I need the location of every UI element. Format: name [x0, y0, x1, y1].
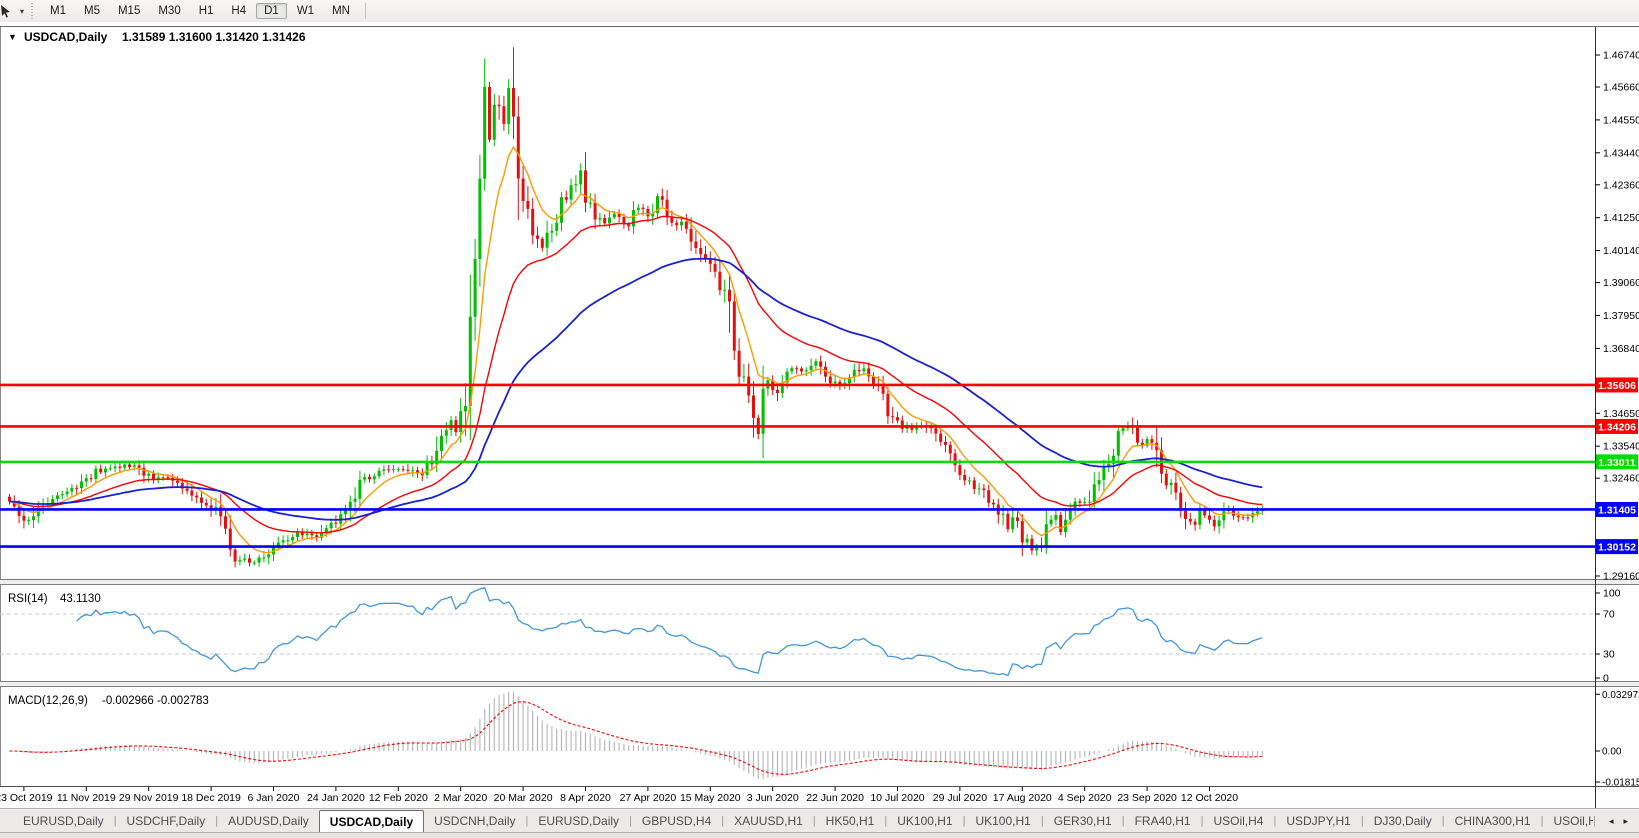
toolbar-separator: [365, 3, 366, 19]
time-tick-label: 11 Nov 2019: [57, 792, 116, 804]
mt4-window: ▾ M1M5M15M30H1H4D1W1MN 1.467401.456601.4…: [0, 0, 1639, 838]
macd-axis-label: -0.018154: [1602, 778, 1639, 789]
time-tick-label: 15 May 2020: [680, 792, 741, 804]
bottom-tab-china300-h1[interactable]: CHINA300,H1: [1445, 809, 1541, 833]
bottom-tab-dj30-daily[interactable]: DJ30,Daily: [1364, 809, 1442, 833]
price-tick-label: 1.37950: [1603, 310, 1639, 322]
chart-tab-bar: EURUSD,Daily|USDCHF,Daily|AUDUSD,DailyUS…: [0, 808, 1639, 833]
time-tick-label: 4 Sep 2020: [1058, 792, 1112, 804]
bottom-tab-gbpusd-h4[interactable]: GBPUSD,H4: [632, 809, 721, 833]
chart-title: USDCAD,Daily: [24, 30, 108, 44]
time-tick-label: 27 Apr 2020: [620, 792, 677, 804]
rsi-label: RSI(14): [8, 593, 48, 605]
cursor-tool-dropdown-icon[interactable]: ▾: [16, 7, 28, 16]
timeframe-button-d1[interactable]: D1: [256, 3, 287, 19]
bottom-tab-fra40-h1[interactable]: FRA40,H1: [1125, 809, 1201, 833]
chart-background: [0, 22, 1639, 808]
timeframe-button-w1[interactable]: W1: [289, 3, 322, 19]
timeframe-button-h1[interactable]: H1: [191, 3, 222, 19]
bottom-tab-usdcnh-daily[interactable]: USDCNH,Daily: [424, 809, 525, 833]
time-tick-label: 17 Aug 2020: [993, 792, 1052, 804]
price-tick-label: 1.41250: [1603, 212, 1639, 224]
macd-current-values: -0.002966 -0.002783: [102, 695, 209, 707]
toolbar-drag-handle[interactable]: [30, 3, 35, 19]
bottom-tab-usoil-h4[interactable]: USOil,H4: [1203, 809, 1273, 833]
timeframe-button-h4[interactable]: H4: [223, 3, 254, 19]
price-badge-label: 1.30152: [1598, 542, 1636, 554]
timeframe-button-m30[interactable]: M30: [150, 3, 188, 19]
time-tick-label: 18 Dec 2019: [181, 792, 241, 804]
macd-label: MACD(12,26,9): [8, 695, 88, 707]
price-badge-label: 1.33011: [1598, 457, 1636, 469]
rsi-current-value: 43.1130: [60, 593, 101, 605]
rsi-axis-label: 30: [1603, 649, 1615, 661]
tab-separator: |: [1593, 815, 1596, 827]
price-tick-label: 1.43440: [1603, 147, 1639, 159]
macd-axis-label: 0.00: [1602, 747, 1622, 758]
price-tick-label: 1.45660: [1603, 82, 1639, 94]
bottom-tab-ger30-h1[interactable]: GER30,H1: [1044, 809, 1122, 833]
tab-scroll-controls: | ◂ ▸: [1593, 809, 1639, 833]
time-tick-label: 8 Apr 2020: [560, 792, 611, 804]
bottom-tab-usdchf-daily[interactable]: USDCHF,Daily: [117, 809, 216, 833]
chart-canvas[interactable]: 1.46740 1.45660 1.44550 1.43440 1.42360 1.412…: [0, 22, 1639, 808]
macd-axis-label: 0.032972: [1602, 690, 1639, 701]
timeframe-toolbar: ▾ M1M5M15M30H1H4D1W1MN: [0, 0, 1639, 23]
time-tick-label: 23 Sep 2020: [1117, 792, 1177, 804]
cursor-tool-icon[interactable]: [0, 2, 16, 20]
timeframe-button-group: M1M5M15M30H1H4D1W1MN: [41, 0, 359, 22]
bottom-tab-usoil-h1[interactable]: USOil,H1: [1543, 809, 1593, 833]
price-badge-label: 1.34206: [1598, 421, 1636, 433]
price-tick-label: 1.34650: [1603, 408, 1639, 420]
rsi-axis-label: 0: [1603, 673, 1609, 685]
time-tick-label: 12 Feb 2020: [369, 792, 428, 804]
price-tick-label: 1.40140: [1603, 245, 1639, 257]
bottom-tab-audusd-daily[interactable]: AUDUSD,Daily: [218, 809, 319, 833]
rsi-axis-label: 100: [1603, 588, 1621, 600]
bottom-tab-uk100-h1[interactable]: UK100,H1: [887, 809, 962, 833]
chart-collapse-icon[interactable]: ▼: [8, 32, 17, 42]
time-tick-label: 29 Jul 2020: [933, 792, 987, 804]
timeframe-button-m1[interactable]: M1: [42, 3, 74, 19]
price-tick-label: 1.36840: [1603, 343, 1639, 355]
bottom-tab-xauusd-h1[interactable]: XAUUSD,H1: [724, 809, 813, 833]
time-tick-label: 6 Jan 2020: [248, 792, 300, 804]
bottom-tab-hk50-h1[interactable]: HK50,H1: [816, 809, 885, 833]
time-tick-label: 20 Mar 2020: [494, 792, 553, 804]
rsi-axis-label: 70: [1603, 609, 1615, 621]
time-tick-label: 29 Nov 2019: [119, 792, 179, 804]
price-tick-label: 1.32460: [1603, 473, 1639, 485]
status-strip: [0, 832, 1639, 838]
bottom-tab-uk100-h1[interactable]: UK100,H1: [965, 809, 1040, 833]
timeframe-button-mn[interactable]: MN: [324, 3, 358, 19]
tab-scroll-left-icon[interactable]: ◂: [1604, 814, 1619, 829]
time-tick-label: 22 Jun 2020: [806, 792, 864, 804]
price-tick-label: 1.33540: [1603, 441, 1639, 453]
price-badge-label: 1.31405: [1598, 504, 1636, 516]
bottom-tab-eurusd-daily[interactable]: EURUSD,Daily: [528, 809, 629, 833]
timeframe-button-m5[interactable]: M5: [76, 3, 108, 19]
chart-ohlc-quote: 1.31589 1.31600 1.31420 1.31426: [122, 30, 306, 44]
time-tick-label: 10 Jul 2020: [870, 792, 924, 804]
chart-tabs: EURUSD,Daily|USDCHF,Daily|AUDUSD,DailyUS…: [0, 809, 1593, 833]
price-tick-label: 1.42360: [1603, 179, 1639, 191]
time-tick-label: 24 Jan 2020: [307, 792, 365, 804]
price-badge-label: 1.35606: [1598, 380, 1636, 392]
price-tick-label: 1.46740: [1603, 50, 1639, 62]
price-tick-label: 1.44550: [1603, 114, 1639, 126]
time-tick-label: 23 Oct 2019: [0, 792, 53, 804]
time-tick-label: 2 Mar 2020: [434, 792, 487, 804]
tab-scroll-right-icon[interactable]: ▸: [1618, 814, 1633, 829]
timeframe-button-m15[interactable]: M15: [110, 3, 148, 19]
time-tick-label: 12 Oct 2020: [1181, 792, 1238, 804]
bottom-tab-usdcad-daily[interactable]: USDCAD,Daily: [319, 810, 424, 833]
price-tick-label: 1.29160: [1603, 571, 1639, 583]
price-tick-label: 1.39060: [1603, 277, 1639, 289]
time-tick-label: 3 Jun 2020: [747, 792, 799, 804]
bottom-tab-usdjpy-h1[interactable]: USDJPY,H1: [1276, 809, 1360, 833]
bottom-tab-eurusd-daily[interactable]: EURUSD,Daily: [13, 809, 114, 833]
